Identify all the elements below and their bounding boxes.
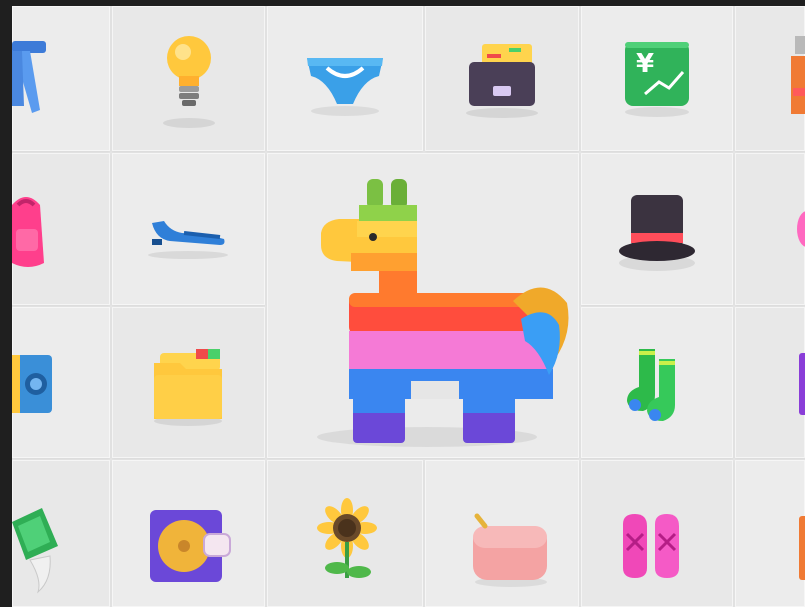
gallery-tile [581, 307, 733, 458]
gallery-tile [267, 153, 579, 458]
gallery-tile [112, 307, 265, 458]
jeans-icon [12, 41, 46, 113]
money-with-wings-icon [12, 508, 58, 594]
sunflower-icon [317, 498, 377, 578]
gallery-tile [112, 6, 265, 151]
banknote-icon [12, 355, 52, 413]
gallery-tile [267, 460, 423, 607]
gallery-tile [735, 460, 805, 607]
partial-orange-icon [799, 516, 805, 580]
emoji-gallery: ¥ [12, 6, 805, 607]
gallery-tile [112, 460, 265, 607]
gallery-tile [12, 6, 110, 151]
svg-text:¥: ¥ [636, 49, 654, 79]
pinata-icon [317, 179, 569, 447]
gallery-tile: ¥ [581, 6, 733, 151]
file-folder-icon [154, 349, 222, 426]
flat-shoe-icon [148, 221, 228, 259]
gallery-tile [425, 6, 579, 151]
gallery-tile [735, 307, 805, 458]
briefs-icon [307, 58, 383, 116]
light-bulb-icon [163, 36, 215, 128]
gallery-tile [581, 460, 733, 607]
partial-pink-icon [797, 211, 805, 247]
gallery-tile [12, 307, 110, 458]
gallery-tile [12, 460, 110, 607]
gallery-tile [735, 6, 805, 151]
card-file-box-icon [466, 44, 538, 118]
gallery-tile [12, 153, 110, 305]
socks-icon [627, 349, 675, 421]
clutch-bag-icon [473, 513, 547, 587]
chart-increasing-with-yen-icon: ¥ [625, 42, 689, 117]
gallery-tile [267, 6, 423, 151]
top-hat-icon [619, 195, 695, 271]
gallery-tile [112, 153, 265, 305]
gallery-tile [735, 153, 805, 305]
backpack-icon [12, 197, 44, 267]
gallery-tile [425, 460, 579, 607]
partial-purple-icon [799, 353, 805, 415]
ballet-shoes-icon [623, 514, 679, 578]
minidisc-icon [150, 510, 231, 582]
bottle-icon [791, 36, 805, 114]
gallery-tile [581, 153, 733, 305]
